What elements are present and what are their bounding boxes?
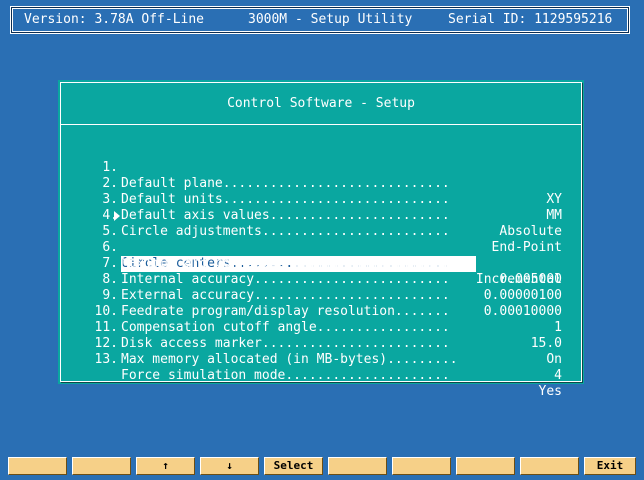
setting-row-circle-centers[interactable]: 5. Circle centers.......................… xyxy=(58,208,584,287)
version-label: Version: 3.78A Off-Line xyxy=(24,12,205,27)
setting-row-default-axis-values[interactable]: 3. Default axis values..................… xyxy=(58,176,584,239)
setting-row-default-units[interactable]: 2. Default units........................… xyxy=(58,160,584,223)
f4-button[interactable]: ↓ xyxy=(200,457,259,475)
f3-button[interactable]: ↑ xyxy=(136,457,195,475)
exit-button[interactable]: Exit xyxy=(584,457,636,475)
arrow-down-icon: ↓ xyxy=(226,459,233,472)
f6-button[interactable] xyxy=(328,457,387,475)
app-title: 3000M - Setup Utility xyxy=(248,12,413,27)
status-bar: Version: 3.78A Off-Line 3000M - Setup Ut… xyxy=(10,6,630,34)
setting-value: 4 xyxy=(554,368,562,383)
panel-divider xyxy=(61,124,581,125)
setting-label: Max memory allocated (in MB-bytes)......… xyxy=(121,352,458,367)
setting-row-disk-access-marker[interactable]: 11. Disk access marker..................… xyxy=(58,304,584,367)
settings-list: 1. Default plane........................… xyxy=(58,144,584,399)
setting-row-compensation-cutoff-angle[interactable]: 10. Compensation cutoff angle...........… xyxy=(58,288,584,351)
setting-number: 13. xyxy=(94,352,118,367)
setting-label: Force simulation mode...................… xyxy=(121,368,450,383)
setting-row-default-plane[interactable]: 1. Default plane........................… xyxy=(58,144,584,207)
function-key-bar: ↑ ↓ Select Exit xyxy=(8,457,636,475)
f7-button[interactable] xyxy=(392,457,451,475)
f9-button[interactable] xyxy=(520,457,579,475)
setting-row-feedrate-resolution[interactable]: 9. Feedrate program/display resolution..… xyxy=(58,272,584,335)
setting-row-circle-adjustments[interactable]: 4. Circle adjustments...................… xyxy=(58,192,584,255)
setting-row-maximum-arc-correction[interactable]: 6. Maximum arc correction...............… xyxy=(58,224,584,287)
setting-value: On xyxy=(546,352,562,367)
selection-pointer-icon xyxy=(114,211,120,221)
setting-row-internal-accuracy[interactable]: 7. Internal accuracy....................… xyxy=(58,240,584,303)
setting-value: Yes xyxy=(538,384,562,399)
setting-row-max-memory-allocated[interactable]: 12. Max memory allocated (in MB-bytes)..… xyxy=(58,320,584,383)
select-button[interactable]: Select xyxy=(264,457,323,475)
setup-panel: Control Software - Setup 1. Default plan… xyxy=(58,80,584,399)
f1-button[interactable] xyxy=(8,457,67,475)
panel-title: Control Software - Setup xyxy=(227,96,415,111)
f8-button[interactable] xyxy=(456,457,515,475)
setting-row-force-simulation-mode[interactable]: 13. Force simulation mode...............… xyxy=(58,336,584,399)
f2-button[interactable] xyxy=(72,457,131,475)
arrow-up-icon: ↑ xyxy=(162,459,169,472)
serial-id: Serial ID: 1129595216 xyxy=(448,12,613,27)
setting-row-external-accuracy[interactable]: 8. External accuracy....................… xyxy=(58,256,584,319)
